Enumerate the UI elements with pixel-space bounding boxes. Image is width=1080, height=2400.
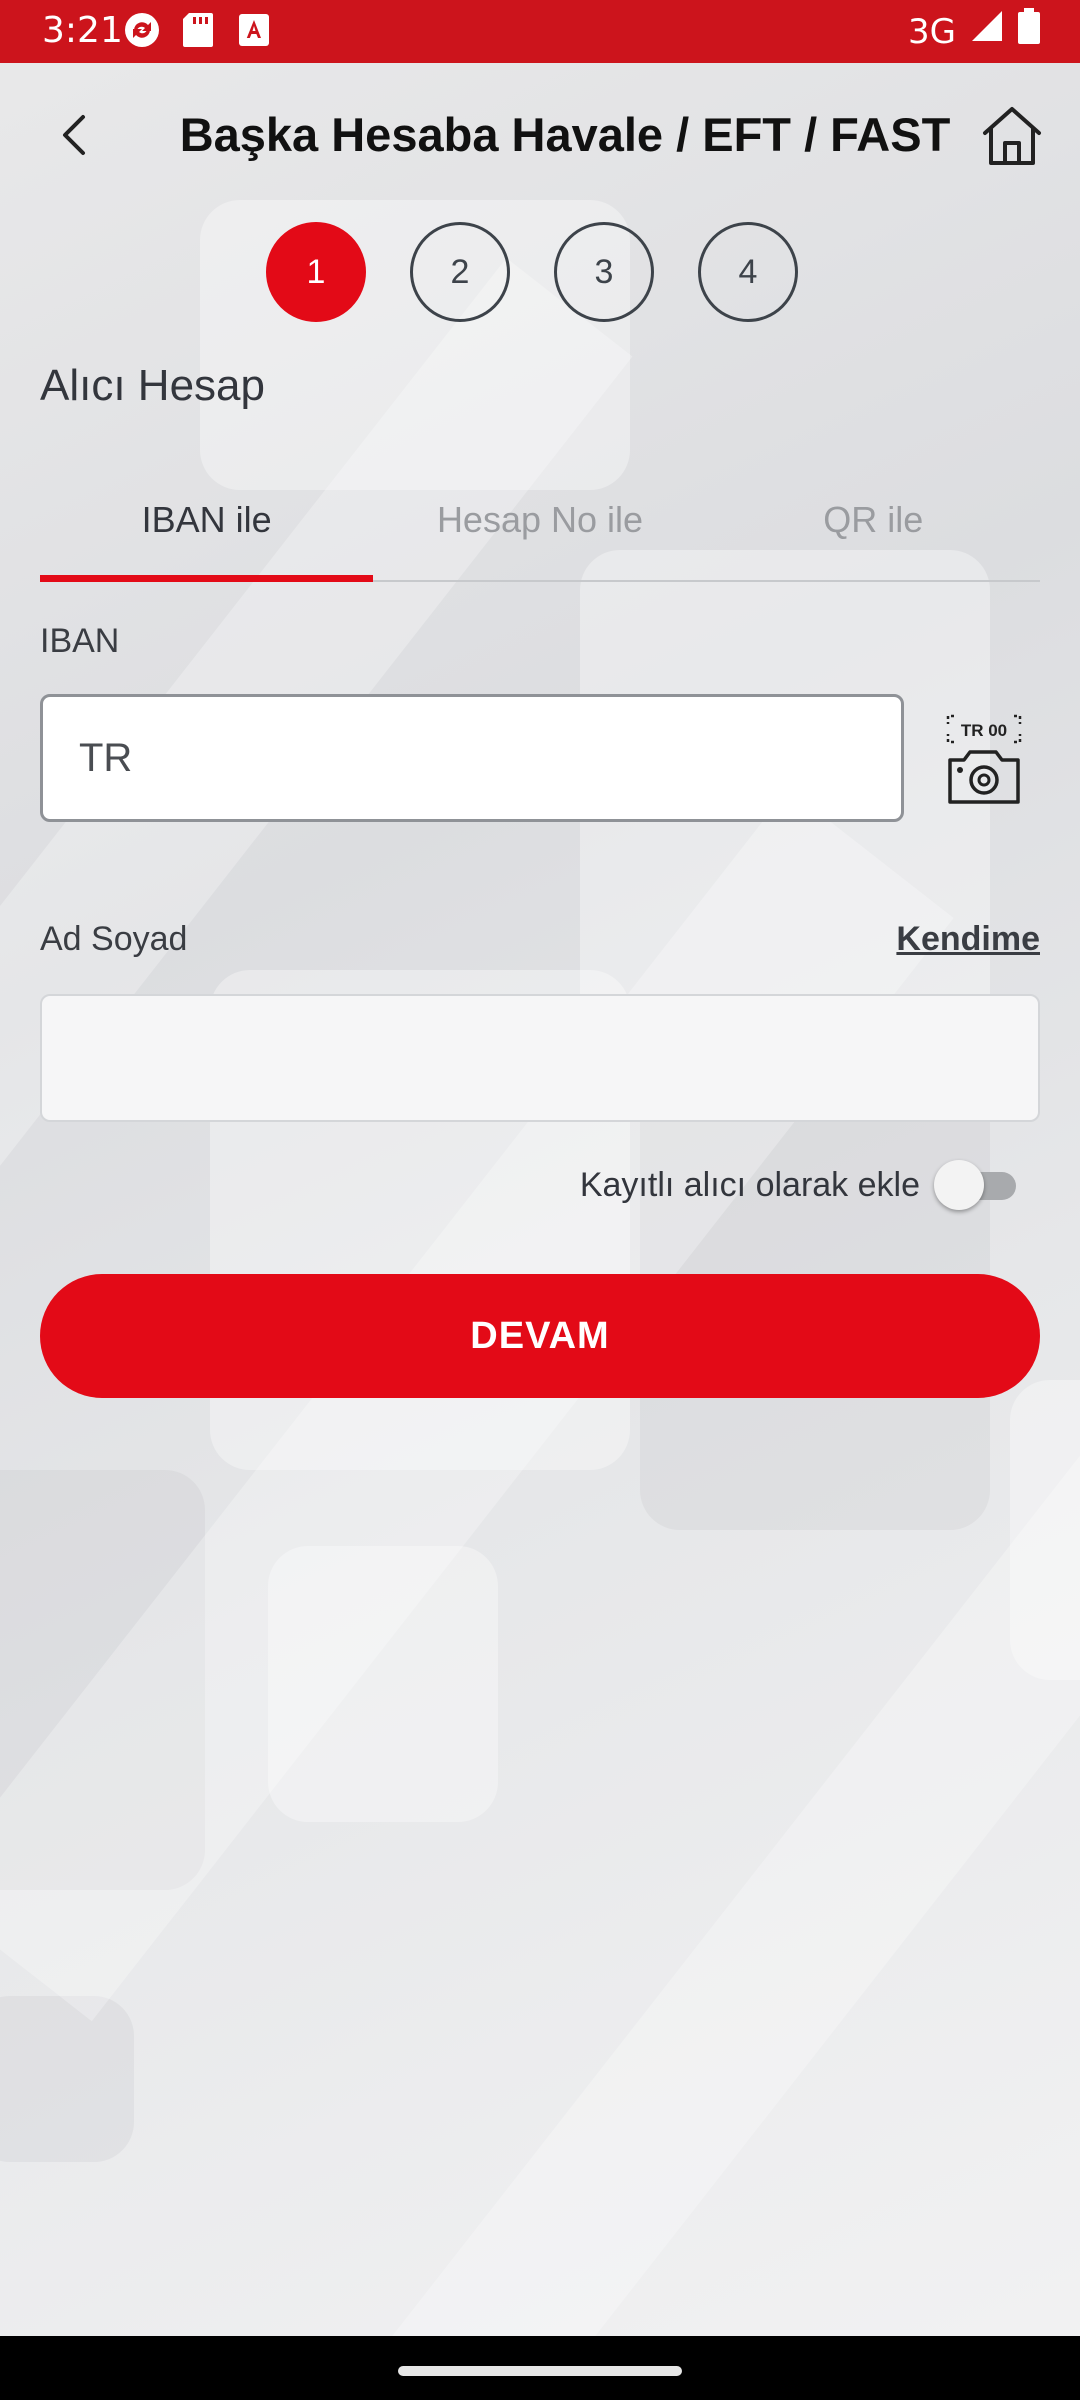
page-title: Başka Hesaba Havale / EFT / FAST xyxy=(179,108,951,161)
save-recipient-row: Kayıtlı alıcı olarak ekle xyxy=(580,1160,1020,1210)
name-label: Ad Soyad xyxy=(40,920,188,958)
status-bar: 3:21 3G xyxy=(0,0,1080,63)
tab-qr[interactable]: QR ile xyxy=(707,480,1040,580)
status-time: 3:21 xyxy=(42,10,123,51)
battery-icon xyxy=(1018,8,1040,56)
iban-label: IBAN xyxy=(40,622,120,660)
name-input[interactable] xyxy=(40,994,1040,1122)
signal-icon xyxy=(970,9,1004,55)
sync-app-icon xyxy=(124,12,160,48)
home-icon xyxy=(983,107,1041,165)
tab-iban[interactable]: IBAN ile xyxy=(40,480,374,582)
save-recipient-toggle[interactable] xyxy=(934,1160,1020,1210)
tab-account-number[interactable]: Hesap No ile xyxy=(373,480,706,580)
status-right: 3G xyxy=(908,8,1040,56)
sd-card-icon xyxy=(180,12,216,48)
iban-input[interactable]: TR xyxy=(40,694,904,822)
home-button[interactable] xyxy=(972,96,1052,176)
iban-scan-button[interactable]: TR 00 xyxy=(944,714,1024,806)
background-shape xyxy=(0,1996,134,2162)
step-4: 4 xyxy=(698,222,798,322)
system-navigation-bar xyxy=(0,2336,1080,2400)
section-title: Alıcı Hesap xyxy=(40,361,265,410)
network-type: 3G xyxy=(908,12,956,52)
back-button[interactable] xyxy=(40,100,110,170)
continue-button[interactable]: DEVAM xyxy=(40,1274,1040,1398)
step-3: 3 xyxy=(554,222,654,322)
notification-icons xyxy=(124,12,272,48)
save-recipient-label: Kayıtlı alıcı olarak ekle xyxy=(579,1165,920,1204)
camera-scan-icon: TR 00 xyxy=(946,714,1022,804)
home-gesture-handle[interactable] xyxy=(398,2366,682,2376)
send-to-self-link[interactable]: Kendime xyxy=(896,920,1040,959)
screen: 3:21 3G Başka Hesaba Havale / EFT / FAST… xyxy=(0,0,1080,2400)
recipient-tabs: IBAN ile Hesap No ile QR ile xyxy=(40,480,1040,582)
step-1: 1 xyxy=(266,222,366,322)
step-indicator: 1 2 3 4 xyxy=(266,222,798,322)
text-app-icon xyxy=(236,12,272,48)
step-2: 2 xyxy=(410,222,510,322)
toggle-knob xyxy=(934,1160,984,1210)
chevron-left-icon xyxy=(63,115,85,155)
scan-icon-text: TR 00 xyxy=(961,721,1007,740)
